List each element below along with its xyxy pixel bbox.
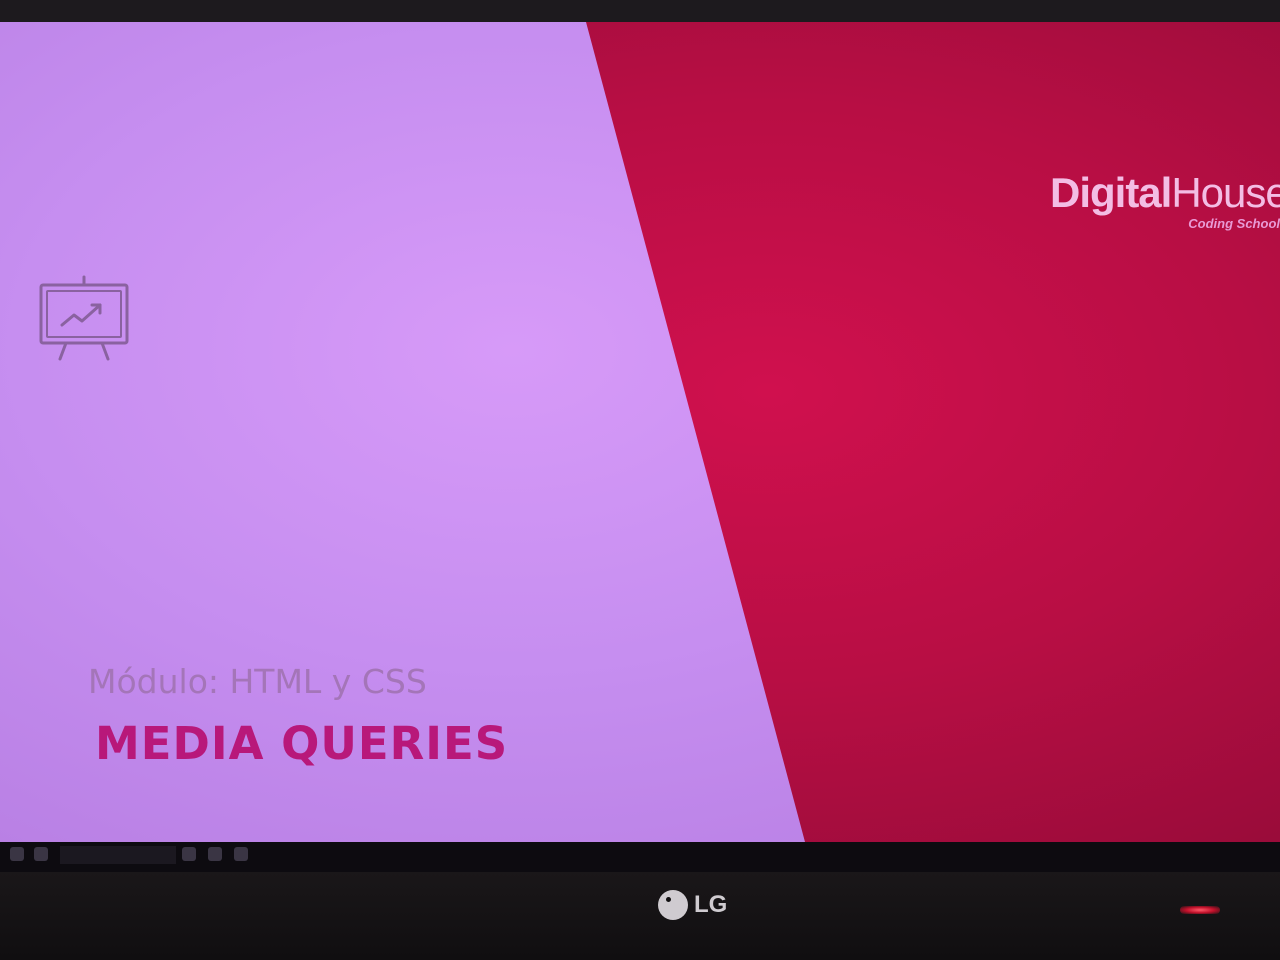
- digitalhouse-logo: DigitalHouse Coding School: [1050, 169, 1280, 232]
- settings-icon[interactable]: [234, 847, 248, 861]
- monitor-brand: LG: [694, 891, 728, 918]
- monitor-bottom-bezel: [0, 872, 1280, 960]
- slide-title: MEDIA QUERIES: [95, 717, 509, 770]
- taskbar-app-icon[interactable]: [182, 847, 196, 861]
- monitor-screen: DigitalHouse Coding School Módulo: HTML …: [0, 22, 1280, 842]
- taskbar-search-box[interactable]: [60, 846, 176, 864]
- presentation-chart-icon: [39, 275, 129, 361]
- logo-tagline: Coding School: [1188, 216, 1280, 231]
- taskbar: [0, 842, 1280, 872]
- start-icon[interactable]: [10, 847, 24, 861]
- photo-scene: DigitalHouse Coding School Módulo: HTML …: [0, 0, 1280, 960]
- lg-circle-icon: [658, 890, 688, 920]
- search-icon[interactable]: [34, 847, 48, 861]
- module-label: Módulo: HTML y CSS: [88, 662, 427, 701]
- power-led-icon: [1180, 906, 1220, 914]
- lg-logo: LG: [658, 890, 727, 920]
- logo-brand: DigitalHouse: [1050, 169, 1280, 216]
- taskbar-app-icon[interactable]: [208, 847, 222, 861]
